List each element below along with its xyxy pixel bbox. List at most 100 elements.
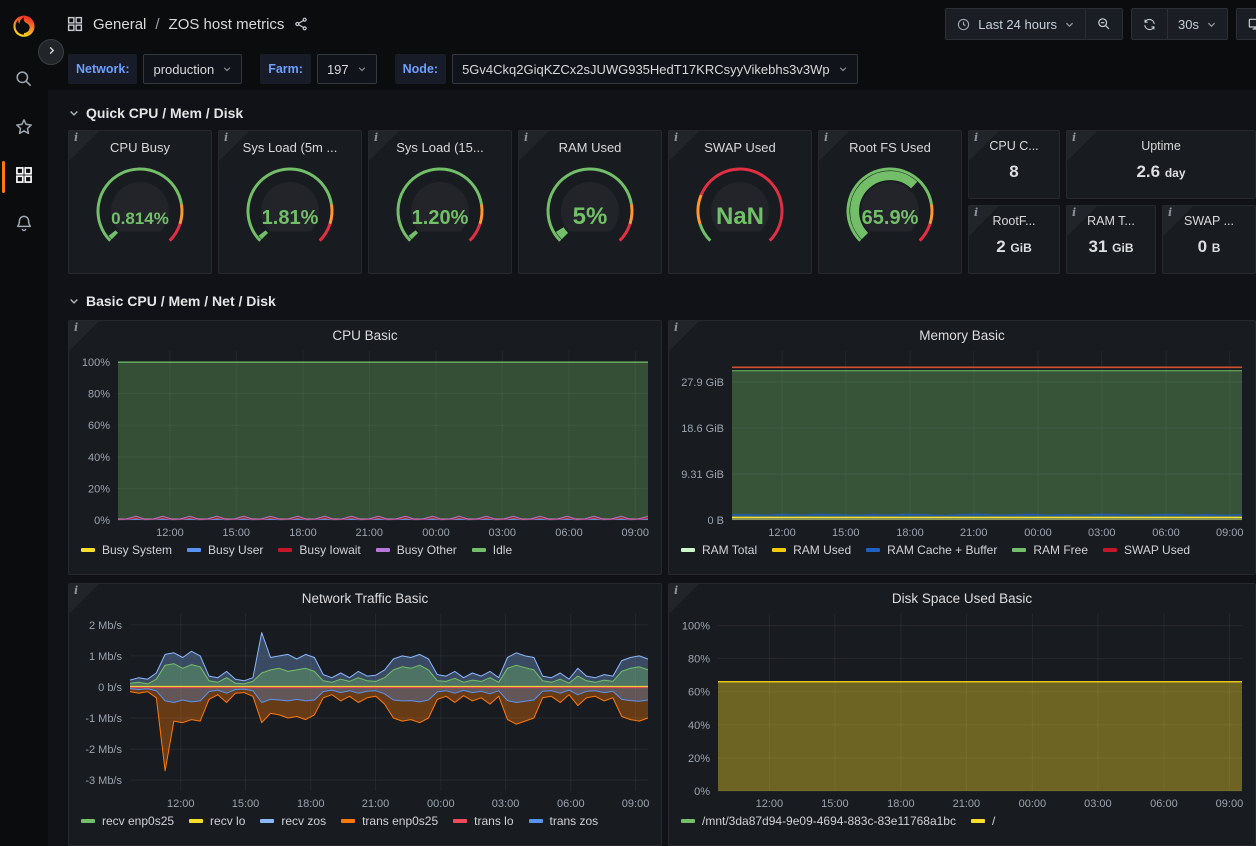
bell-icon <box>14 213 34 238</box>
legend-item[interactable]: trans zos <box>529 814 599 828</box>
variable-value-dropdown[interactable]: production <box>143 54 242 84</box>
legend-item[interactable]: / <box>971 814 995 828</box>
sidebar-item-search[interactable] <box>0 57 48 105</box>
panel-info-icon[interactable]: i <box>669 131 699 161</box>
legend-swatch <box>376 548 390 552</box>
row-title: Basic CPU / Mem / Net / Disk <box>86 293 276 309</box>
grafana-logo[interactable] <box>11 14 37 45</box>
refresh-interval-dropdown[interactable]: 30s <box>1167 9 1227 39</box>
panel-title[interactable]: Sys Load (15... <box>396 140 483 155</box>
gauges-row: iCPU Busy0.814%iSys Load (5m ...1.81%iSy… <box>68 130 1256 274</box>
svg-text:06:00: 06:00 <box>555 527 583 539</box>
sidebar-expand-button[interactable] <box>38 39 64 65</box>
panel-title[interactable]: Network Traffic Basic <box>69 591 661 606</box>
panel-info-icon[interactable]: i <box>369 131 399 161</box>
panel-title[interactable]: RAM T... <box>1087 214 1135 228</box>
legend-swatch <box>681 548 695 552</box>
sidebar-item-starred[interactable] <box>0 105 48 153</box>
legend-item[interactable]: RAM Cache + Buffer <box>866 543 997 557</box>
legend-item[interactable]: trans lo <box>453 814 513 828</box>
svg-text:18:00: 18:00 <box>297 798 325 810</box>
legend-label: Busy Iowait <box>299 543 360 557</box>
svg-text:12:00: 12:00 <box>768 527 796 539</box>
legend-item[interactable]: recv lo <box>189 814 245 828</box>
legend-item[interactable]: /mnt/3da87d94-9e09-4694-883c-83e11768a1b… <box>681 814 956 828</box>
panel-title[interactable]: Memory Basic <box>669 328 1255 343</box>
panel-title[interactable]: Disk Space Used Basic <box>669 591 1255 606</box>
panel-info-icon[interactable]: i <box>519 131 549 161</box>
share-dashboard-icon[interactable] <box>293 16 309 32</box>
svg-text:15:00: 15:00 <box>222 527 250 539</box>
gauge-value: 0.814% <box>111 209 169 228</box>
page-title[interactable]: ZOS host metrics <box>169 16 285 33</box>
stat-number: 8 <box>1009 162 1018 181</box>
chevron-down-icon <box>68 295 80 307</box>
legend-item[interactable]: SWAP Used <box>1103 543 1190 557</box>
sidebar <box>0 0 48 846</box>
legend-item[interactable]: recv zos <box>260 814 326 828</box>
clock-icon <box>956 17 971 32</box>
sidebar-item-dashboards[interactable] <box>0 153 48 201</box>
legend-swatch <box>1103 548 1117 552</box>
svg-text:15:00: 15:00 <box>232 798 260 810</box>
panel-title[interactable]: SWAP Used <box>704 140 776 155</box>
legend-swatch <box>81 548 95 552</box>
chart-canvas[interactable]: 0%20%40%60%80%100%12:0015:0018:0021:0000… <box>72 344 658 542</box>
stat-panel-cpu-cores: iCPU C...8 <box>968 130 1060 199</box>
kiosk-mode-button[interactable] <box>1237 9 1256 39</box>
gauge-visualization: NaN <box>684 161 796 247</box>
gauge-visualization: 0.814% <box>84 161 196 247</box>
svg-text:0%: 0% <box>694 786 710 798</box>
chart-canvas[interactable]: 0 B9.31 GiB18.6 GiB27.9 GiB12:0015:0018:… <box>672 344 1252 542</box>
legend-label: Busy User <box>208 543 263 557</box>
legend-item[interactable]: RAM Total <box>681 543 757 557</box>
legend-item[interactable]: recv enp0s25 <box>81 814 174 828</box>
gauge-value: 65.9% <box>862 207 919 229</box>
svg-text:03:00: 03:00 <box>1084 798 1112 810</box>
legend-swatch <box>971 819 985 823</box>
row-toggle-quick[interactable]: Quick CPU / Mem / Disk <box>68 100 1256 126</box>
chart-canvas[interactable]: 2 Mb/s1 Mb/s0 b/s-1 Mb/s-2 Mb/s-3 Mb/s12… <box>72 607 658 813</box>
stat-unit: day <box>1165 166 1186 180</box>
legend-item[interactable]: RAM Free <box>1012 543 1088 557</box>
legend-item[interactable]: RAM Used <box>772 543 851 557</box>
variable-value: 197 <box>327 62 349 77</box>
legend-item[interactable]: trans enp0s25 <box>341 814 438 828</box>
legend-item[interactable]: Busy User <box>187 543 263 557</box>
variable-value-dropdown[interactable]: 5Gv4Ckq2GiqKZCx2sJUWG935HedT17KRCsyyVike… <box>452 54 858 84</box>
sidebar-item-alerting[interactable] <box>0 201 48 249</box>
legend-swatch <box>866 548 880 552</box>
svg-text:40%: 40% <box>688 720 710 732</box>
variable-value: production <box>153 62 214 77</box>
gauge-panel-cpu-busy: i CPU Busy 0.814% <box>68 130 212 274</box>
refresh-button[interactable] <box>1132 9 1167 39</box>
panel-title[interactable]: CPU Busy <box>110 140 170 155</box>
panel-info-icon[interactable]: i <box>69 131 99 161</box>
panel-info-icon[interactable]: i <box>819 131 849 161</box>
legend-item[interactable]: Busy Other <box>376 543 457 557</box>
panel-title[interactable]: CPU C... <box>989 139 1038 153</box>
time-range-picker-button[interactable]: Last 24 hours <box>946 9 1085 39</box>
stat-number: 31 <box>1089 237 1108 256</box>
panel-title[interactable]: Uptime <box>1141 139 1181 153</box>
legend-swatch <box>1012 548 1026 552</box>
variable-network: Network: production <box>68 54 242 84</box>
panel-title[interactable]: RootF... <box>992 214 1035 228</box>
legend-item[interactable]: Busy Iowait <box>278 543 360 557</box>
panel-info-icon[interactable]: i <box>1067 131 1097 161</box>
legend-item[interactable]: Busy System <box>81 543 172 557</box>
breadcrumb-section[interactable]: General <box>93 16 146 33</box>
panel-title[interactable]: RAM Used <box>559 140 622 155</box>
panel-title[interactable]: SWAP ... <box>1184 214 1234 228</box>
panel-title[interactable]: CPU Basic <box>69 328 661 343</box>
legend-item[interactable]: Idle <box>472 543 512 557</box>
star-icon <box>14 117 34 142</box>
variable-value-dropdown[interactable]: 197 <box>317 54 377 84</box>
panel-title[interactable]: Root FS Used <box>849 140 931 155</box>
chart-canvas[interactable]: 0%20%40%60%80%100%12:0015:0018:0021:0000… <box>672 607 1252 813</box>
stat-unit: B <box>1212 241 1221 255</box>
row-toggle-basic[interactable]: Basic CPU / Mem / Net / Disk <box>68 288 1256 314</box>
panel-title[interactable]: Sys Load (5m ... <box>243 140 338 155</box>
legend-label: Idle <box>493 543 512 557</box>
zoom-out-time-button[interactable] <box>1085 9 1122 39</box>
